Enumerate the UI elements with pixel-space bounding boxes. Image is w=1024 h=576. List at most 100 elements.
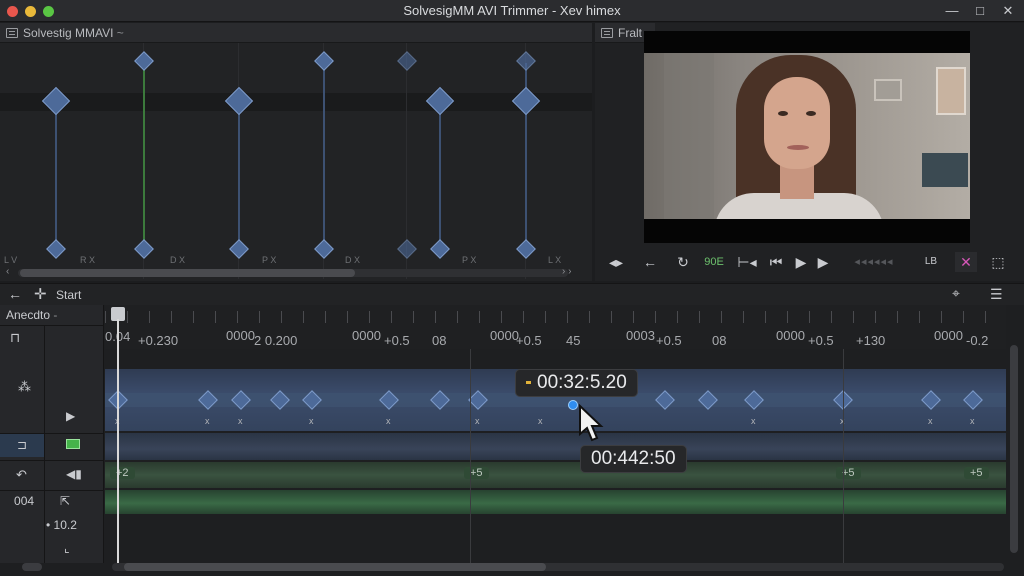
fullscreen-button[interactable]: ⬚ [987,252,1009,272]
audio-track-2[interactable] [105,490,1006,514]
curve-stem [439,103,441,248]
play-button[interactable]: ▶ [791,252,811,272]
ruler-label: 2 0.200 [254,333,298,348]
audio-marker[interactable]: +5 [464,467,489,479]
corner-icon[interactable]: ⌞ [64,541,70,555]
timecode-tooltip: 00:32:5.20 [515,369,638,397]
keyframe-tick: x [475,416,480,426]
ruler-label: -0.2 [966,333,989,348]
timecode-marker-icon [526,381,531,385]
curve-stem-active [143,63,145,248]
person-face [764,77,830,169]
curve-label: P X [462,255,477,265]
play-track-icon[interactable]: ▶ [66,409,75,423]
audio-marker[interactable]: +2 [110,467,135,479]
audio-track-1[interactable] [105,462,1006,488]
audio-marker[interactable]: +5 [836,467,861,479]
curve-keyframe[interactable] [516,51,536,71]
track-header-column: Anecdto - ⊓ ⁂ ▶ ⊐ ↶ ◀▮ 004 ⇱ • 10.2 ⌞ [0,305,104,563]
arrow-left-icon[interactable]: ← [8,286,22,302]
panel-menu-icon[interactable] [6,28,18,38]
curve-panel: Solvestig MMAVI ~ L V R X D X P X D X P … [0,23,592,281]
keyframe-track-icon[interactable]: ⁂ [18,379,31,395]
jog-strip[interactable]: ◂◂◂◂◂◂ [836,252,912,272]
preview-panel: Fralt - [595,23,1024,281]
curve-keyframe[interactable] [314,51,334,71]
mouse-cursor-icon [578,403,604,445]
ruler-label: +0.5 [384,333,410,348]
timeline-vscroll[interactable] [1010,345,1018,553]
video-track-toggle-icon[interactable]: ⊐ [0,433,44,457]
window-title: SolvesigMM AVI Trimmer - Xev himex [403,3,621,18]
ruler-label: +0.5 [516,333,542,348]
curve-band [0,93,592,111]
timeline-scroll-handle[interactable] [22,563,42,571]
timecode-bottom-value: 00:442:50 [591,448,676,469]
keyframe-tick: x [928,416,933,426]
export-icon[interactable]: ⇱ [60,494,70,508]
marker-guide [843,349,844,563]
marker-guide [470,349,471,563]
ruler-label: +130 [856,333,886,348]
timeline-toolbar: ← ✛ Start ⌖ ☰ [0,283,1024,305]
scroll-right-icon[interactable]: › › [562,266,571,277]
curve-label: R X [80,255,96,265]
curve-label: D X [345,255,361,265]
curve-label: D X [170,255,186,265]
ruler-label: 0000 [934,328,963,343]
curve-bottom-labels: L V R X D X P X D X P X L X [0,255,592,267]
playhead-line[interactable] [117,319,119,563]
ruler-label: 0000 [490,328,519,343]
selected-keyframe-handle[interactable] [568,400,578,410]
keyframe-tick: x [309,416,314,426]
close-button[interactable]: ✕ [998,2,1018,20]
keyframe-tick: x [538,416,543,426]
track-value-bottom: • 10.2 [46,518,77,532]
curve-label: L X [548,255,562,265]
curve-scroll-thumb[interactable] [20,269,355,277]
add-icon[interactable]: ✛ [34,285,47,303]
curve-label: L V [4,255,18,265]
ruler-label: 08 [712,333,727,348]
curve-label: P X [262,255,277,265]
frame-step-button[interactable]: ◂▸ [605,252,627,272]
scroll-left-icon[interactable]: ‹ [6,266,9,277]
back-button[interactable]: ← [639,252,661,272]
snap-icon[interactable]: ⊓ [10,330,20,346]
hamburger-menu-icon[interactable]: ☰ [990,286,1003,303]
curve-keyframe[interactable] [397,51,417,71]
timeline-hscroll-thumb[interactable] [124,563,546,571]
video-image [644,53,970,219]
audio-speaker-icon[interactable]: ◀▮ [66,467,82,481]
audio-marker[interactable]: +5 [964,467,989,479]
curve-stem [323,63,325,248]
ruler-label: +0.230 [138,333,179,348]
panel-menu-icon[interactable] [601,28,613,38]
target-icon[interactable]: ⌖ [952,285,960,302]
undo-icon[interactable]: ↶ [16,467,27,483]
minimize-button[interactable]: — [942,2,962,20]
loop-button[interactable]: ↻ [672,252,694,272]
video-track[interactable] [105,433,1006,460]
crop-button[interactable]: ✕ [955,252,977,272]
timeline-start-label[interactable]: Start [56,288,81,302]
track-name[interactable]: Anecdto - [6,308,57,322]
ruler-label: 08 [432,333,447,348]
timecode-tooltip-secondary: 00:442:50 [580,445,687,473]
curve-stem [238,103,240,248]
keyframe-tick: x [970,416,975,426]
lb-button[interactable]: LB [920,252,942,272]
ruler-label: +0.5 [656,333,682,348]
skip-back-button[interactable]: ⏮ [765,252,787,272]
video-track-active-icon[interactable] [66,439,80,449]
speed-label[interactable]: 90E [700,252,728,272]
keyframe-tick: x [205,416,210,426]
mark-in-button[interactable]: ⊢◂ [735,252,759,272]
maximize-button[interactable]: □ [970,2,990,20]
track-value-top: 004 [14,494,35,508]
timecode-top-value: 00:32:5.20 [537,372,627,393]
curve-keyframe[interactable] [134,51,154,71]
ruler-label: 0003 [626,328,655,343]
ruler-label: 0000 [352,328,381,343]
play-next-button[interactable]: ▶ [813,252,833,272]
